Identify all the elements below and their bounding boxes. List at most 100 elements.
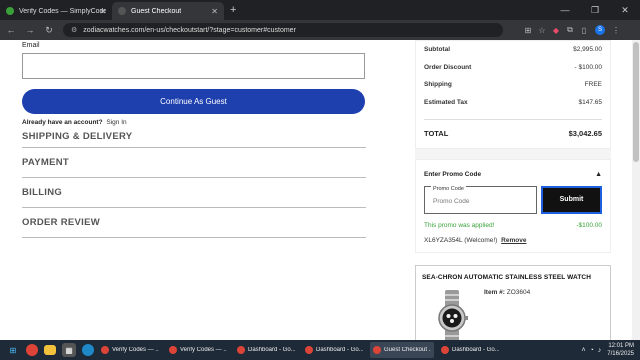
tab-verify-codes[interactable]: Verify Codes — SimplyCodes ✕ bbox=[0, 2, 112, 20]
taskbar-app-title: Dashboard - Go... bbox=[316, 347, 363, 353]
close-icon[interactable]: ✕ bbox=[211, 7, 218, 16]
account-prompt: Already have an account? Sign In bbox=[22, 119, 366, 126]
windows-start-icon[interactable]: ⊞ bbox=[6, 343, 20, 357]
order-summary-column: Subtotal $2,995.00 Order Discount - $100… bbox=[415, 40, 611, 340]
section-order-review[interactable]: ORDER REVIEW bbox=[22, 208, 366, 238]
summary-row-tax: Estimated Tax $147.65 bbox=[424, 94, 602, 112]
section-payment[interactable]: PAYMENT bbox=[22, 148, 366, 178]
summary-value: - $100.00 bbox=[574, 63, 602, 71]
extensions-puzzle-icon[interactable]: ⧉ bbox=[563, 25, 577, 35]
clock-date: 7/16/2025 bbox=[607, 351, 634, 357]
promo-applied-message: This promo was applied! -$100.00 bbox=[424, 222, 602, 229]
tab-title: Guest Checkout bbox=[131, 7, 182, 15]
close-icon[interactable]: ✕ bbox=[99, 7, 106, 16]
sign-in-link[interactable]: Sign In bbox=[106, 119, 126, 126]
summary-total: TOTAL $3,042.65 bbox=[424, 119, 602, 148]
summary-label: Subtotal bbox=[424, 46, 450, 54]
chrome-icon bbox=[237, 346, 245, 354]
section-billing[interactable]: BILLING bbox=[22, 178, 366, 208]
edge-icon[interactable] bbox=[82, 344, 94, 356]
summary-value: FREE bbox=[584, 81, 602, 89]
promo-panel: Enter Promo Code ▲ Promo Code Promo Code… bbox=[415, 159, 611, 253]
promo-toggle[interactable]: Enter Promo Code ▲ bbox=[424, 166, 602, 182]
applied-code-text: XL6YZA354L (Welcome!) bbox=[424, 237, 498, 244]
new-tab-button[interactable]: + bbox=[230, 4, 236, 16]
checkout-page: Email Continue As Guest Already have an … bbox=[0, 40, 640, 340]
taskbar-app[interactable]: Verify Codes — ... bbox=[98, 342, 162, 358]
menu-kebab-icon[interactable]: ⋮ bbox=[609, 26, 623, 35]
item-number-label: Item #: bbox=[484, 289, 505, 296]
zodiac-favicon-icon bbox=[118, 7, 126, 15]
extension-icon[interactable]: ◆ bbox=[549, 26, 563, 35]
profile-avatar[interactable]: S bbox=[595, 25, 605, 35]
applied-text: This promo was applied! bbox=[424, 222, 495, 229]
taskbar-app[interactable]: Dashboard - Go... bbox=[438, 342, 502, 358]
promo-heading: Enter Promo Code bbox=[424, 170, 482, 178]
summary-value: $147.65 bbox=[578, 98, 603, 106]
promo-placeholder: Promo Code bbox=[433, 198, 470, 205]
account-prompt-text: Already have an account? bbox=[22, 119, 103, 126]
promo-code-input[interactable]: Promo Code Promo Code bbox=[424, 186, 538, 214]
email-field[interactable] bbox=[22, 53, 365, 79]
taskbar-app-title: Dashboard - Go... bbox=[452, 347, 499, 353]
item-number: Item #: ZO3604 bbox=[484, 289, 530, 296]
bookmark-star-icon[interactable]: ☆ bbox=[535, 26, 549, 35]
calculator-icon[interactable]: ▦ bbox=[62, 343, 76, 357]
side-panel-icon[interactable]: ▯ bbox=[577, 26, 591, 35]
chrome-icon bbox=[441, 346, 449, 354]
taskbar-app-title: Dashboard - Go... bbox=[248, 347, 295, 353]
address-bar[interactable]: ⚙ zodiacwatches.com/en-us/checkoutstart/… bbox=[63, 23, 503, 37]
window-controls: — ❐ ✕ bbox=[550, 0, 640, 20]
tab-guest-checkout[interactable]: Guest Checkout ✕ bbox=[112, 2, 224, 20]
taskbar-app[interactable]: Dashboard - Go... bbox=[302, 342, 366, 358]
taskbar-app-title: Guest Checkout ... bbox=[384, 347, 431, 353]
site-info-icon[interactable]: ⚙ bbox=[71, 26, 77, 34]
promo-form: Promo Code Promo Code Submit bbox=[424, 186, 602, 214]
taskbar-app[interactable]: Dashboard - Go... bbox=[234, 342, 298, 358]
continue-as-guest-button[interactable]: Continue As Guest bbox=[22, 89, 365, 114]
summary-row-discount: Order Discount - $100.00 bbox=[424, 59, 602, 77]
file-explorer-icon[interactable] bbox=[44, 345, 56, 355]
promo-field-label: Promo Code bbox=[431, 186, 466, 192]
wifi-icon[interactable]: ◔ bbox=[590, 347, 594, 354]
chevron-up-icon[interactable]: ˄ bbox=[581, 347, 585, 354]
chevron-up-icon[interactable]: ▲ bbox=[595, 171, 602, 178]
volume-icon[interactable]: ♪ bbox=[598, 347, 602, 354]
applied-code: XL6YZA354L (Welcome!) Remove bbox=[424, 237, 602, 244]
product-name: SEA-CHRON AUTOMATIC STAINLESS STEEL WATC… bbox=[422, 274, 592, 281]
divider bbox=[415, 149, 611, 159]
item-number-value: ZO3604 bbox=[506, 289, 531, 296]
summary-label: Shipping bbox=[424, 81, 452, 89]
taskbar-app-title: Verify Codes — ... bbox=[180, 347, 227, 353]
restore-icon[interactable]: ❐ bbox=[580, 0, 610, 20]
browser-tab-bar: Verify Codes — SimplyCodes ✕ Guest Check… bbox=[0, 0, 640, 20]
chrome-icon[interactable] bbox=[26, 344, 38, 356]
promo-submit-button[interactable]: Submit bbox=[541, 186, 602, 214]
taskbar-app-title: Verify Codes — ... bbox=[112, 347, 159, 353]
translate-icon[interactable]: ⊞ bbox=[521, 26, 535, 35]
back-arrow-icon[interactable]: ← bbox=[3, 25, 19, 35]
summary-row-shipping: Shipping FREE bbox=[424, 76, 602, 94]
simplycodes-favicon-icon bbox=[6, 7, 14, 15]
tab-title: Verify Codes — SimplyCodes bbox=[19, 7, 106, 15]
taskbar-app-active[interactable]: Guest Checkout ... bbox=[370, 342, 434, 358]
chrome-icon bbox=[373, 346, 381, 354]
remove-promo-link[interactable]: Remove bbox=[501, 237, 526, 244]
minimize-icon[interactable]: — bbox=[550, 0, 580, 20]
taskbar-app[interactable]: Verify Codes — ... bbox=[166, 342, 230, 358]
summary-row-subtotal: Subtotal $2,995.00 bbox=[424, 41, 602, 59]
reload-icon[interactable]: ↻ bbox=[41, 25, 57, 36]
section-shipping-delivery[interactable]: SHIPPING & DELIVERY bbox=[22, 126, 366, 148]
email-label: Email bbox=[22, 42, 40, 49]
scrollbar-thumb[interactable] bbox=[633, 42, 639, 162]
total-label: TOTAL bbox=[424, 129, 449, 138]
forward-arrow-icon[interactable]: → bbox=[22, 25, 38, 35]
watch-image[interactable] bbox=[430, 290, 474, 340]
close-window-icon[interactable]: ✕ bbox=[610, 0, 640, 20]
total-value: $3,042.65 bbox=[568, 129, 602, 138]
page-scrollbar[interactable] bbox=[632, 40, 640, 340]
clock[interactable]: 12:01 PM 7/16/2025 bbox=[607, 342, 634, 358]
customer-column: Email Continue As Guest Already have an … bbox=[22, 40, 366, 238]
chrome-icon bbox=[169, 346, 177, 354]
applied-value: -$100.00 bbox=[576, 222, 602, 229]
